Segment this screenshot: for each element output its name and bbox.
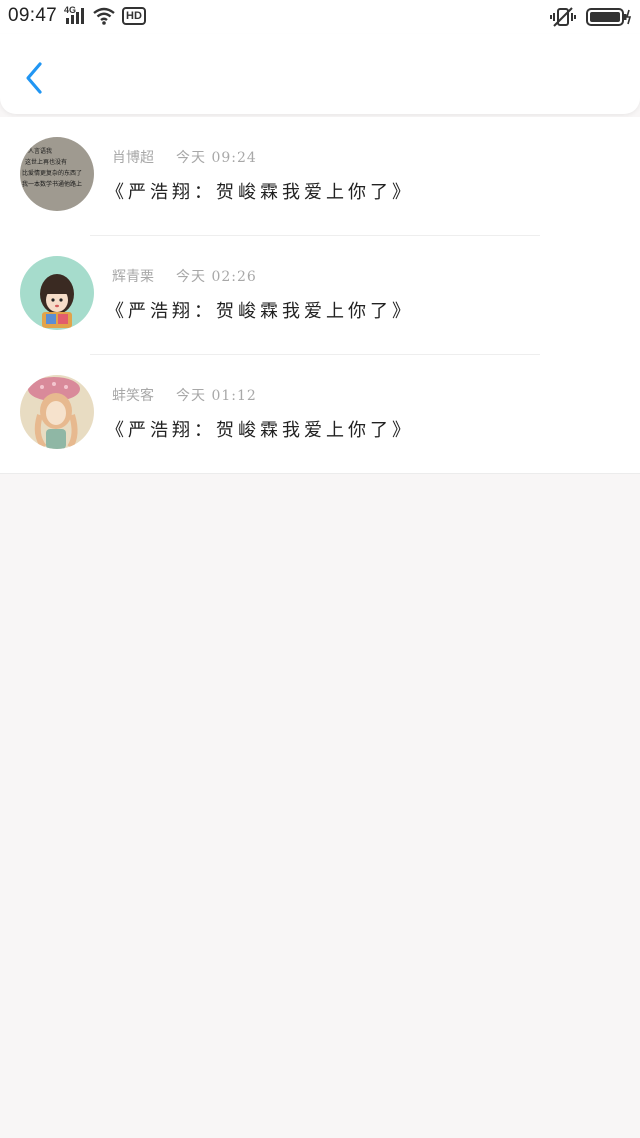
svg-text:人言语我: 人言语我 — [28, 147, 52, 155]
wifi-icon — [93, 7, 115, 25]
network-type-label: 4G — [64, 5, 86, 26]
comment-author[interactable]: 蚌笑客 — [112, 388, 154, 404]
comment-text: 《严浩翔：贺峻霖我爱上你了》 — [106, 301, 414, 322]
comment-text: 《严浩翔：贺峻霖我爱上你了》 — [106, 420, 414, 441]
comment-list: 人言语我 这世上再也没有 比爱情更复杂的东西了 我一本数学书通他路上 肖博超今天… — [0, 117, 640, 474]
comment-time: 今天 09:24 — [176, 150, 257, 166]
comment-row[interactable]: 蚌笑客 今天 01:12 《严浩翔：贺峻霖我爱上你了》 — [0, 355, 640, 474]
signal-icon — [66, 8, 84, 24]
status-bar: 09:47 4G HD — [0, 0, 640, 34]
status-icons-left: 4G HD — [64, 5, 146, 26]
avatar[interactable] — [20, 375, 94, 449]
back-button[interactable] — [18, 58, 52, 98]
svg-text:我一本数学书通他路上: 我一本数学书通他路上 — [22, 180, 82, 188]
comment-time: 今天 01:12 — [176, 388, 257, 404]
comment-time: 今天 02:26 — [176, 269, 257, 285]
comment-row[interactable]: 辉青栗 今天 02:26 《严浩翔：贺峻霖我爱上你了》 — [0, 236, 640, 355]
comment-meta: 辉青栗 今天 02:26 — [112, 266, 257, 286]
header — [0, 34, 640, 114]
comment-author[interactable]: 肖博超 — [112, 150, 154, 166]
comment-author[interactable]: 辉青栗 — [112, 269, 154, 285]
comment-meta: 蚌笑客 今天 01:12 — [112, 385, 257, 405]
status-icons-right — [550, 6, 632, 28]
comment-meta: 肖博超 今天 09:24 — [112, 147, 257, 167]
chevron-left-icon — [26, 62, 42, 94]
comment-text: 《严浩翔：贺峻霖我爱上你了》 — [106, 182, 414, 203]
svg-text:比爱情更复杂的东西了: 比爱情更复杂的东西了 — [22, 169, 82, 177]
hd-icon: HD — [122, 7, 146, 25]
svg-text:这世上再也没有: 这世上再也没有 — [25, 158, 67, 166]
status-time: 09:47 — [8, 5, 58, 26]
avatar[interactable]: 人言语我 这世上再也没有 比爱情更复杂的东西了 我一本数学书通他路上 — [20, 137, 94, 211]
vibrate-silent-icon — [550, 7, 576, 27]
comment-row[interactable]: 人言语我 这世上再也没有 比爱情更复杂的东西了 我一本数学书通他路上 肖博超 今天… — [0, 117, 640, 236]
battery-icon — [586, 8, 632, 26]
avatar[interactable] — [20, 256, 94, 330]
